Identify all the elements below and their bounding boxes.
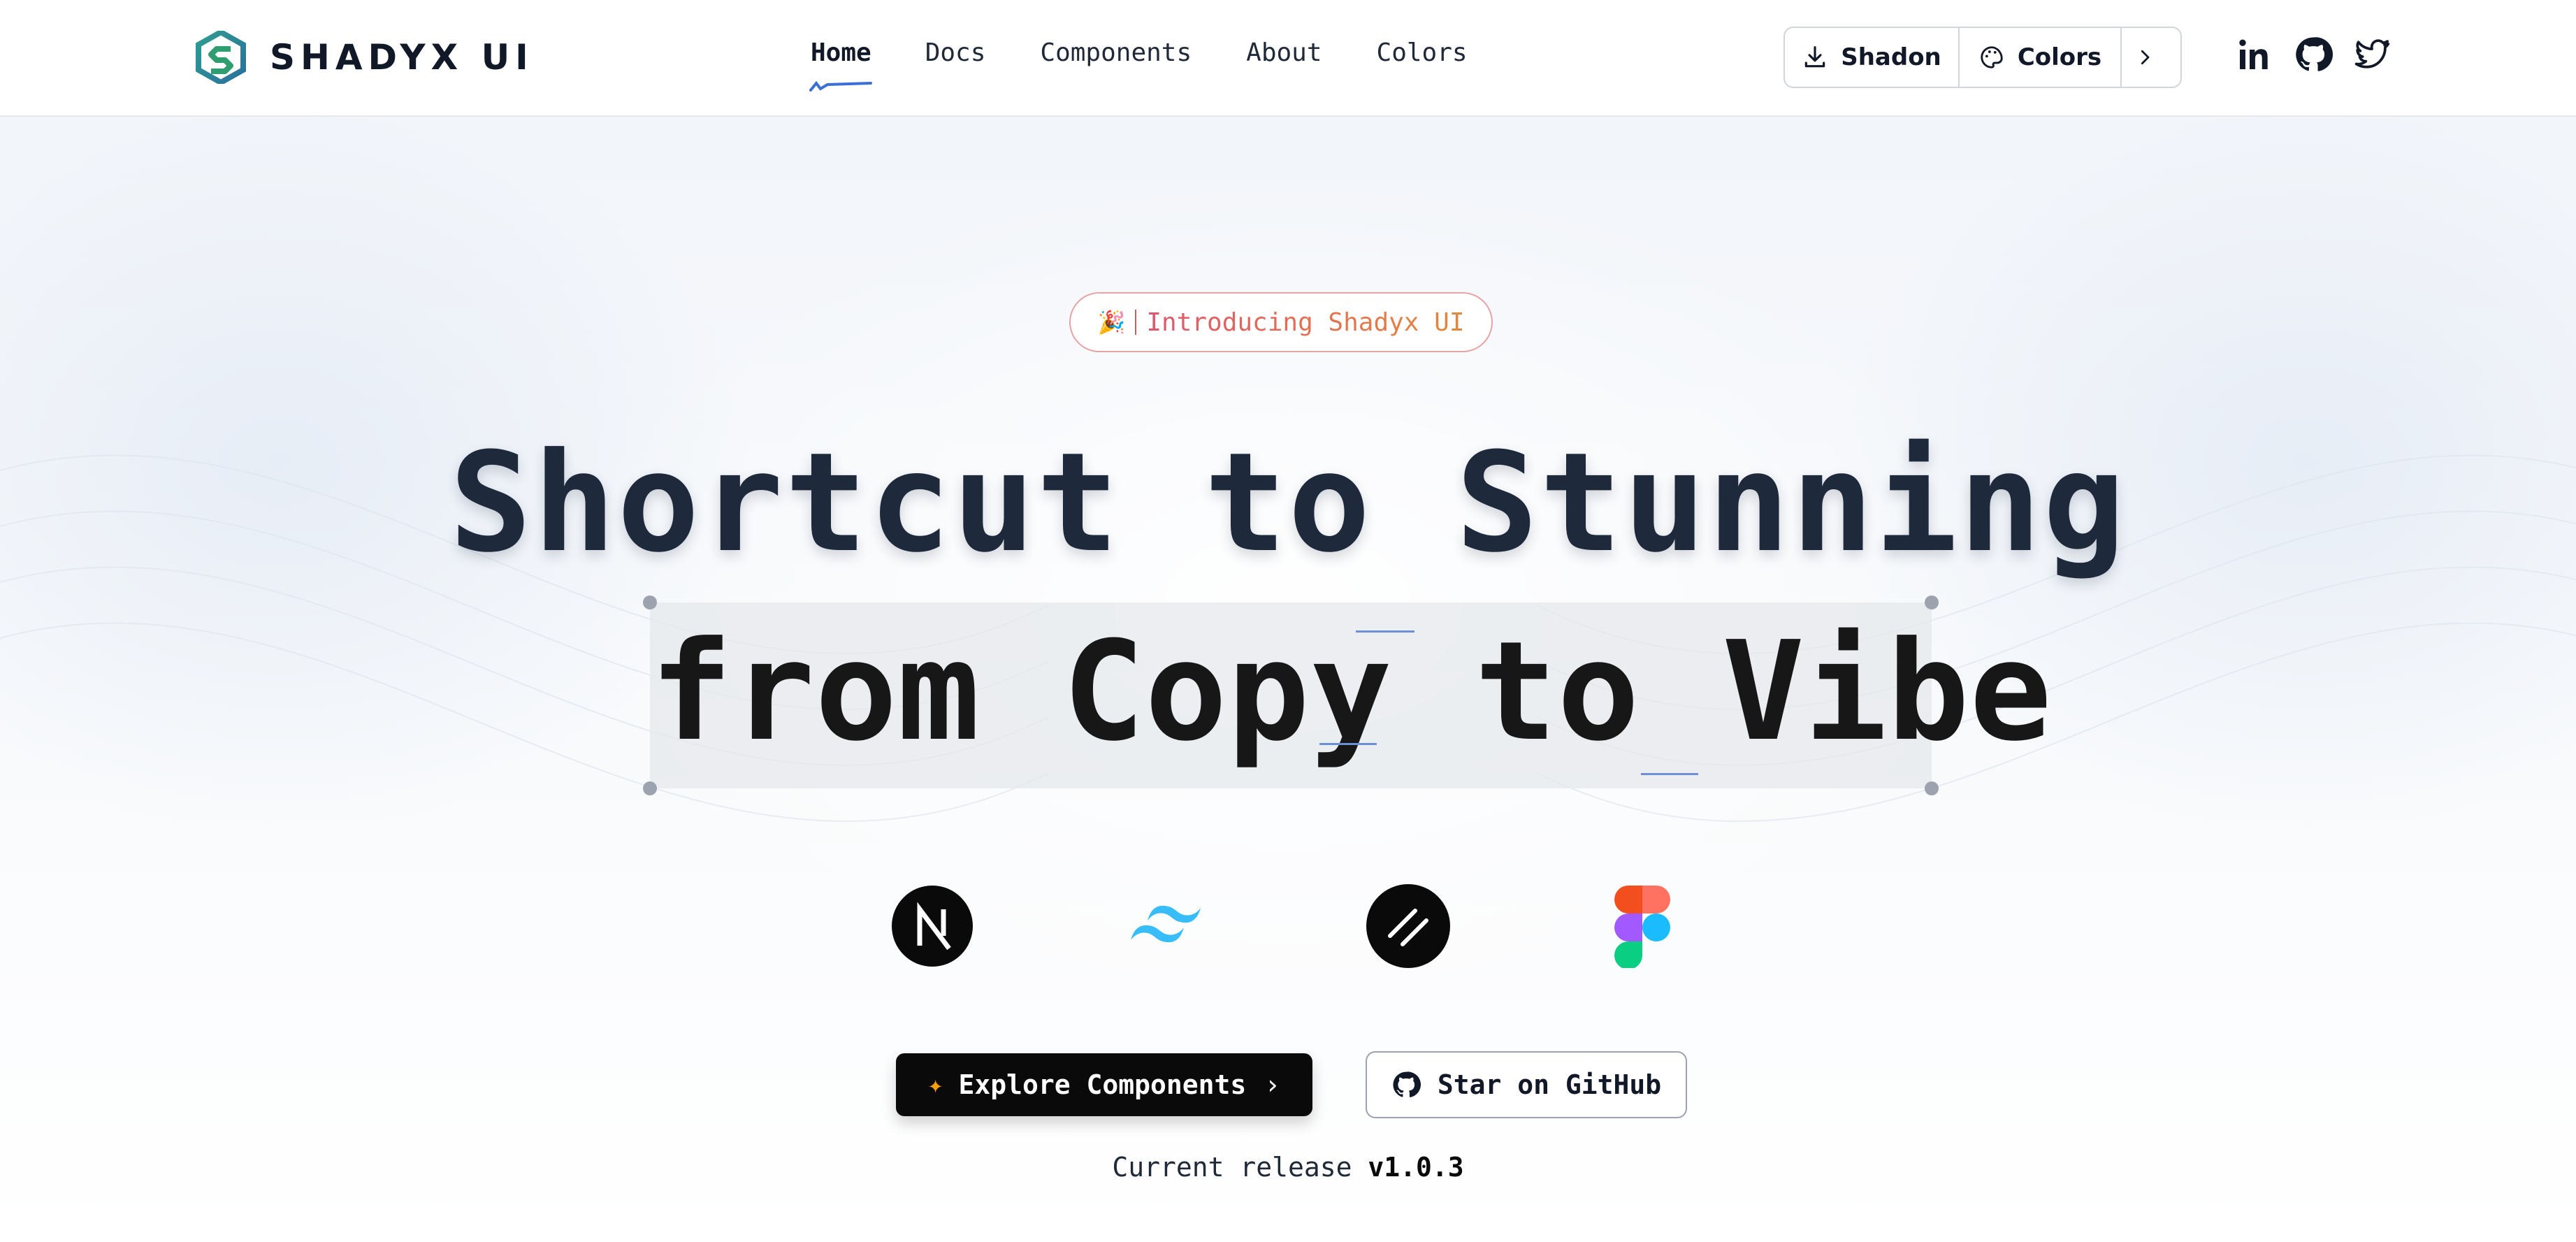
nav-home-label: Home	[811, 38, 871, 67]
hero-title-line2: from Copy to Vibe	[650, 612, 2053, 772]
main-nav: Home Docs Components About Colors	[809, 38, 1468, 92]
chevron-right-icon: ›	[1264, 1069, 1281, 1100]
brand-name: SHADYX UI	[270, 37, 534, 78]
top-navbar: SHADYX UI Home Docs Components About Col…	[0, 0, 2576, 117]
linkedin-icon[interactable]	[2235, 35, 2274, 74]
announcement-badge[interactable]: 🎉 Introducing Shadyx UI	[1069, 292, 1493, 352]
colors-label: Colors	[2017, 43, 2102, 71]
text-caret-mark	[1319, 743, 1377, 745]
social-links	[2235, 35, 2411, 74]
twitter-icon[interactable]	[2352, 35, 2392, 74]
active-nav-underline	[809, 80, 872, 92]
release-version: v1.0.3	[1368, 1152, 1464, 1183]
colors-button[interactable]: Colors	[1958, 28, 2120, 87]
text-caret-mark	[1356, 630, 1414, 633]
header-button-group: Shadon Colors	[1783, 27, 2182, 88]
selection-handle-tr[interactable]	[1925, 595, 1939, 609]
release-prefix: Current release	[1112, 1152, 1352, 1183]
nav-components[interactable]: Components	[1040, 38, 1192, 67]
more-button[interactable]	[2120, 28, 2180, 87]
nextjs-icon	[890, 884, 974, 968]
shadcn-icon	[1366, 884, 1450, 968]
nav-colors[interactable]: Colors	[1377, 38, 1468, 67]
github-icon	[1393, 1071, 1421, 1097]
star-on-github-label: Star on GitHub	[1437, 1069, 1662, 1100]
shadon-button[interactable]: Shadon	[1785, 28, 1958, 87]
github-icon[interactable]	[2294, 35, 2333, 74]
brand-logo[interactable]: SHADYX UI	[196, 31, 534, 84]
sparkles-icon: ✦	[927, 1070, 943, 1099]
badge-divider	[1135, 310, 1137, 335]
badge-text: Introducing Shadyx UI	[1146, 308, 1465, 337]
party-popper-icon: 🎉	[1097, 309, 1126, 335]
tailwind-icon	[1125, 884, 1209, 968]
star-on-github-button[interactable]: Star on GitHub	[1366, 1051, 1687, 1118]
release-info: Current release v1.0.3	[0, 1152, 2576, 1183]
nav-about[interactable]: About	[1246, 38, 1322, 67]
selection-handle-br[interactable]	[1925, 781, 1939, 795]
nav-colors-label: Colors	[1376, 38, 1468, 67]
selection-handle-tl[interactable]	[643, 595, 657, 609]
chevron-right-icon	[2141, 50, 2150, 65]
nav-components-label: Components	[1040, 38, 1192, 67]
nav-docs[interactable]: Docs	[925, 38, 986, 67]
text-caret-mark	[1641, 773, 1698, 775]
shadyx-logo-icon	[196, 31, 246, 84]
nav-home[interactable]: Home	[809, 38, 872, 92]
figma-icon	[1600, 884, 1684, 969]
download-icon	[1804, 46, 1825, 68]
nav-docs-label: Docs	[925, 38, 986, 67]
explore-components-label: Explore Components	[958, 1069, 1247, 1100]
explore-components-button[interactable]: ✦ Explore Components ›	[896, 1053, 1312, 1116]
shadon-label: Shadon	[1841, 43, 1941, 71]
palette-icon	[1981, 46, 2003, 68]
hero-title-line1: Shortcut to Stunning	[449, 424, 2127, 583]
nav-about-label: About	[1246, 38, 1322, 67]
selection-handle-bl[interactable]	[643, 781, 657, 795]
